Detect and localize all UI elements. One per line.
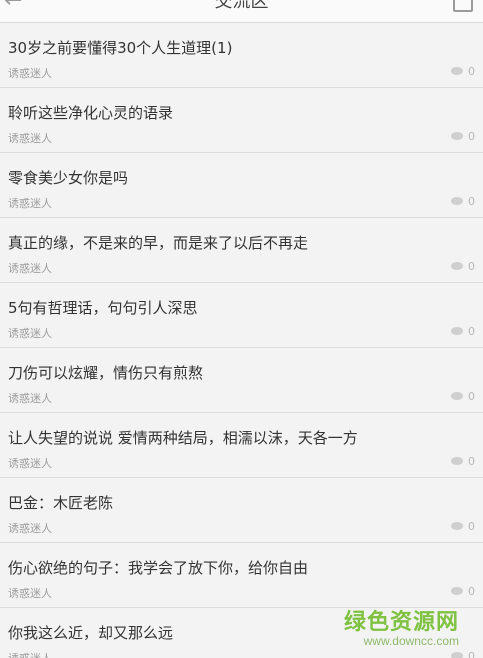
comment-bubble-icon: [451, 392, 463, 400]
comment-count: 0: [451, 325, 475, 338]
topic-item[interactable]: 让人失望的说说 爱情两种结局，相濡以沫，天各一方 诱惑迷人 0: [0, 413, 483, 478]
topic-author: 诱惑迷人: [8, 132, 52, 145]
topic-author: 诱惑迷人: [8, 457, 52, 470]
comment-count-value: 0: [468, 585, 475, 598]
comment-bubble-icon: [451, 652, 463, 658]
topic-author: 诱惑迷人: [8, 650, 52, 658]
comment-count: 0: [451, 520, 475, 533]
topic-title[interactable]: 真正的缘，不是来的早，而是来了以后不再走: [8, 232, 308, 253]
topic-title[interactable]: 伤心欲绝的句子：我学会了放下你，给你自由: [8, 557, 308, 578]
comment-count-value: 0: [468, 455, 475, 468]
topic-title[interactable]: 让人失望的说说 爱情两种结局，相濡以沫，天各一方: [8, 427, 358, 448]
comment-bubble-icon: [451, 197, 463, 205]
topic-title[interactable]: 巴金：木匠老陈: [8, 492, 113, 513]
topic-author: 诱惑迷人: [8, 197, 52, 210]
comment-count: 0: [451, 65, 475, 78]
topic-title[interactable]: 30岁之前要懂得30个人生道理(1): [8, 37, 232, 58]
comment-count: 0: [451, 195, 475, 208]
topic-author: 诱惑迷人: [8, 67, 52, 80]
top-bar: ← 交流区: [0, 0, 483, 23]
topic-item[interactable]: 零食美少女你是吗 诱惑迷人 0: [0, 153, 483, 218]
comment-count-value: 0: [468, 65, 475, 78]
comment-bubble-icon: [451, 262, 463, 270]
app-root: ← 交流区 30岁之前要懂得30个人生道理(1) 诱惑迷人 0 聆听这些净化心灵…: [0, 0, 483, 658]
comment-bubble-icon: [451, 327, 463, 335]
comment-count: 0: [451, 130, 475, 143]
topic-author: 诱惑迷人: [8, 522, 52, 535]
topic-title[interactable]: 你我这么近，却又那么远: [8, 622, 173, 643]
comment-count-value: 0: [468, 195, 475, 208]
topic-item[interactable]: 你我这么近，却又那么远 诱惑迷人 0: [0, 608, 483, 658]
topic-item[interactable]: 30岁之前要懂得30个人生道理(1) 诱惑迷人 0: [0, 23, 483, 88]
comment-count: 0: [451, 260, 475, 273]
comment-count-value: 0: [468, 390, 475, 403]
comment-count-value: 0: [468, 130, 475, 143]
topic-item[interactable]: 聆听这些净化心灵的语录 诱惑迷人 0: [0, 88, 483, 153]
comment-bubble-icon: [451, 457, 463, 465]
compose-icon[interactable]: [453, 0, 473, 12]
topic-list: 30岁之前要懂得30个人生道理(1) 诱惑迷人 0 聆听这些净化心灵的语录 诱惑…: [0, 23, 483, 658]
topic-item[interactable]: 刀伤可以炫耀，情伤只有煎熬 诱惑迷人 0: [0, 348, 483, 413]
topic-title[interactable]: 零食美少女你是吗: [8, 167, 128, 188]
topic-author: 诱惑迷人: [8, 587, 52, 600]
comment-count-value: 0: [468, 520, 475, 533]
comment-count: 0: [451, 650, 475, 658]
topic-item[interactable]: 巴金：木匠老陈 诱惑迷人 0: [0, 478, 483, 543]
topic-title[interactable]: 5句有哲理话，句句引人深思: [8, 297, 198, 318]
topic-author: 诱惑迷人: [8, 327, 52, 340]
topic-item[interactable]: 伤心欲绝的句子：我学会了放下你，给你自由 诱惑迷人 0: [0, 543, 483, 608]
topic-item[interactable]: 真正的缘，不是来的早，而是来了以后不再走 诱惑迷人 0: [0, 218, 483, 283]
topic-author: 诱惑迷人: [8, 262, 52, 275]
comment-count: 0: [451, 585, 475, 598]
comment-bubble-icon: [451, 522, 463, 530]
topic-item[interactable]: 5句有哲理话，句句引人深思 诱惑迷人 0: [0, 283, 483, 348]
topic-author: 诱惑迷人: [8, 392, 52, 405]
comment-bubble-icon: [451, 587, 463, 595]
topic-title[interactable]: 刀伤可以炫耀，情伤只有煎熬: [8, 362, 203, 383]
topic-title[interactable]: 聆听这些净化心灵的语录: [8, 102, 173, 123]
comment-count: 0: [451, 455, 475, 468]
comment-count-value: 0: [468, 325, 475, 338]
comment-count-value: 0: [468, 260, 475, 273]
comment-count: 0: [451, 390, 475, 403]
comment-count-value: 0: [468, 650, 475, 658]
comment-bubble-icon: [451, 67, 463, 75]
comment-bubble-icon: [451, 132, 463, 140]
page-title: 交流区: [214, 0, 269, 12]
